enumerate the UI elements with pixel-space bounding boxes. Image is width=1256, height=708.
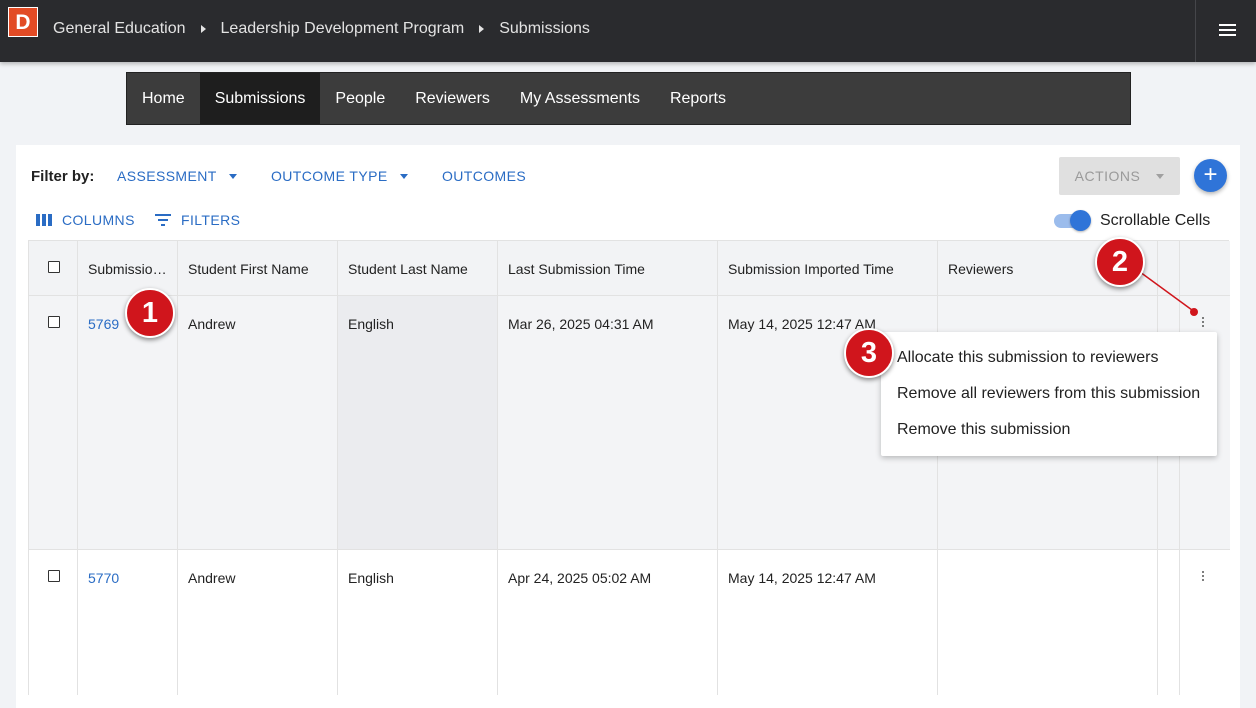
last-name-cell: English <box>338 550 498 695</box>
hamburger-menu-icon[interactable] <box>1219 24 1236 37</box>
imported-time-cell: May 14, 2025 12:47 AM <box>718 550 938 695</box>
first-name-cell: Andrew <box>178 550 338 695</box>
callout-badge-1: 1 <box>125 288 175 338</box>
submission-id-link[interactable]: 5769 <box>88 316 119 332</box>
toggle-knob <box>1070 210 1091 231</box>
columns-label: COLUMNS <box>62 212 135 228</box>
callout-badge-2: 2 <box>1095 237 1145 287</box>
column-header-last-name[interactable]: Student Last Name <box>338 241 498 295</box>
row-context-menu: Allocate this submission to reviewers Re… <box>881 332 1217 456</box>
caret-down-icon <box>228 173 237 179</box>
breadcrumb-program[interactable]: Leadership Development Program <box>221 20 465 38</box>
filters-label: FILTERS <box>181 212 241 228</box>
submission-id-link[interactable]: 5770 <box>88 570 119 586</box>
spacer-cell <box>1158 550 1180 695</box>
table-row: 5770 Andrew English Apr 24, 2025 05:02 A… <box>29 550 1230 695</box>
row-actions-cell <box>1180 550 1230 695</box>
column-header-imported-time[interactable]: Submission Imported Time <box>718 241 938 295</box>
nav-home[interactable]: Home <box>127 73 200 124</box>
submissions-table: Submissio… Student First Name Student La… <box>28 240 1230 695</box>
app-logo[interactable]: D <box>8 7 38 37</box>
assessment-filter-label: ASSESSMENT <box>117 168 217 184</box>
row-checkbox-cell <box>29 296 78 549</box>
scrollable-cells-label: Scrollable Cells <box>1100 212 1211 229</box>
header-checkbox-cell <box>29 241 78 295</box>
row-checkbox[interactable] <box>48 570 60 582</box>
row-checkbox[interactable] <box>48 316 60 328</box>
breadcrumb-general-education[interactable]: General Education <box>53 20 186 38</box>
nav-my-assessments[interactable]: My Assessments <box>505 73 655 124</box>
nav-submissions[interactable]: Submissions <box>199 73 321 124</box>
actions-label: ACTIONS <box>1074 168 1141 184</box>
menu-item-remove-all-reviewers[interactable]: Remove all reviewers from this submissio… <box>881 376 1217 412</box>
caret-down-icon <box>399 173 408 179</box>
column-header-first-name[interactable]: Student First Name <box>178 241 338 295</box>
actions-button[interactable]: ACTIONS <box>1059 157 1180 195</box>
outcome-type-filter-label: OUTCOME TYPE <box>271 168 388 184</box>
nav-reports[interactable]: Reports <box>655 73 741 124</box>
nav-reviewers[interactable]: Reviewers <box>400 73 505 124</box>
outcomes-filter-button[interactable]: OUTCOMES <box>442 168 526 184</box>
header-spacer-cell <box>1158 241 1180 295</box>
table-header-row: Submissio… Student First Name Student La… <box>29 241 1230 296</box>
last-submission-time-cell: Apr 24, 2025 05:02 AM <box>498 550 718 695</box>
chevron-right-icon <box>479 25 485 33</box>
column-header-last-submission-time[interactable]: Last Submission Time <box>498 241 718 295</box>
nav-people[interactable]: People <box>320 73 400 124</box>
first-name-cell: Andrew <box>178 296 338 549</box>
row-checkbox-cell <box>29 550 78 695</box>
columns-button[interactable]: COLUMNS <box>36 212 135 228</box>
more-vertical-icon[interactable] <box>1202 317 1206 329</box>
outcome-type-filter-dropdown[interactable]: OUTCOME TYPE <box>271 168 408 184</box>
main-nav: Home Submissions People Reviewers My Ass… <box>126 72 1131 125</box>
scrollable-cells-toggle[interactable] <box>1054 210 1091 231</box>
add-submission-button[interactable]: + <box>1194 159 1227 192</box>
top-bar: D General Education Leadership Developme… <box>0 0 1256 62</box>
last-name-cell: English <box>338 296 498 549</box>
divider <box>1195 0 1196 62</box>
menu-item-remove-submission[interactable]: Remove this submission <box>881 412 1217 448</box>
more-vertical-icon[interactable] <box>1202 571 1206 583</box>
callout-badge-3: 3 <box>844 328 894 378</box>
breadcrumb-submissions: Submissions <box>499 20 590 37</box>
chevron-right-icon <box>200 25 206 33</box>
header-actions-cell <box>1180 241 1230 295</box>
assessment-filter-dropdown[interactable]: ASSESSMENT <box>117 168 237 184</box>
breadcrumb: General Education Leadership Development… <box>53 20 590 38</box>
outcomes-filter-label: OUTCOMES <box>442 168 527 184</box>
filters-button[interactable]: FILTERS <box>155 212 240 228</box>
filter-list-icon <box>155 214 171 226</box>
columns-icon <box>36 214 52 226</box>
reviewers-cell <box>938 550 1158 695</box>
caret-down-icon <box>1156 173 1165 179</box>
filter-label: Filter by: <box>31 168 95 185</box>
column-header-submission[interactable]: Submissio… <box>78 241 178 295</box>
menu-item-allocate-reviewers[interactable]: Allocate this submission to reviewers <box>881 340 1217 376</box>
select-all-checkbox[interactable] <box>48 261 60 273</box>
last-submission-time-cell: Mar 26, 2025 04:31 AM <box>498 296 718 549</box>
submission-id-cell: 5770 <box>78 550 178 695</box>
